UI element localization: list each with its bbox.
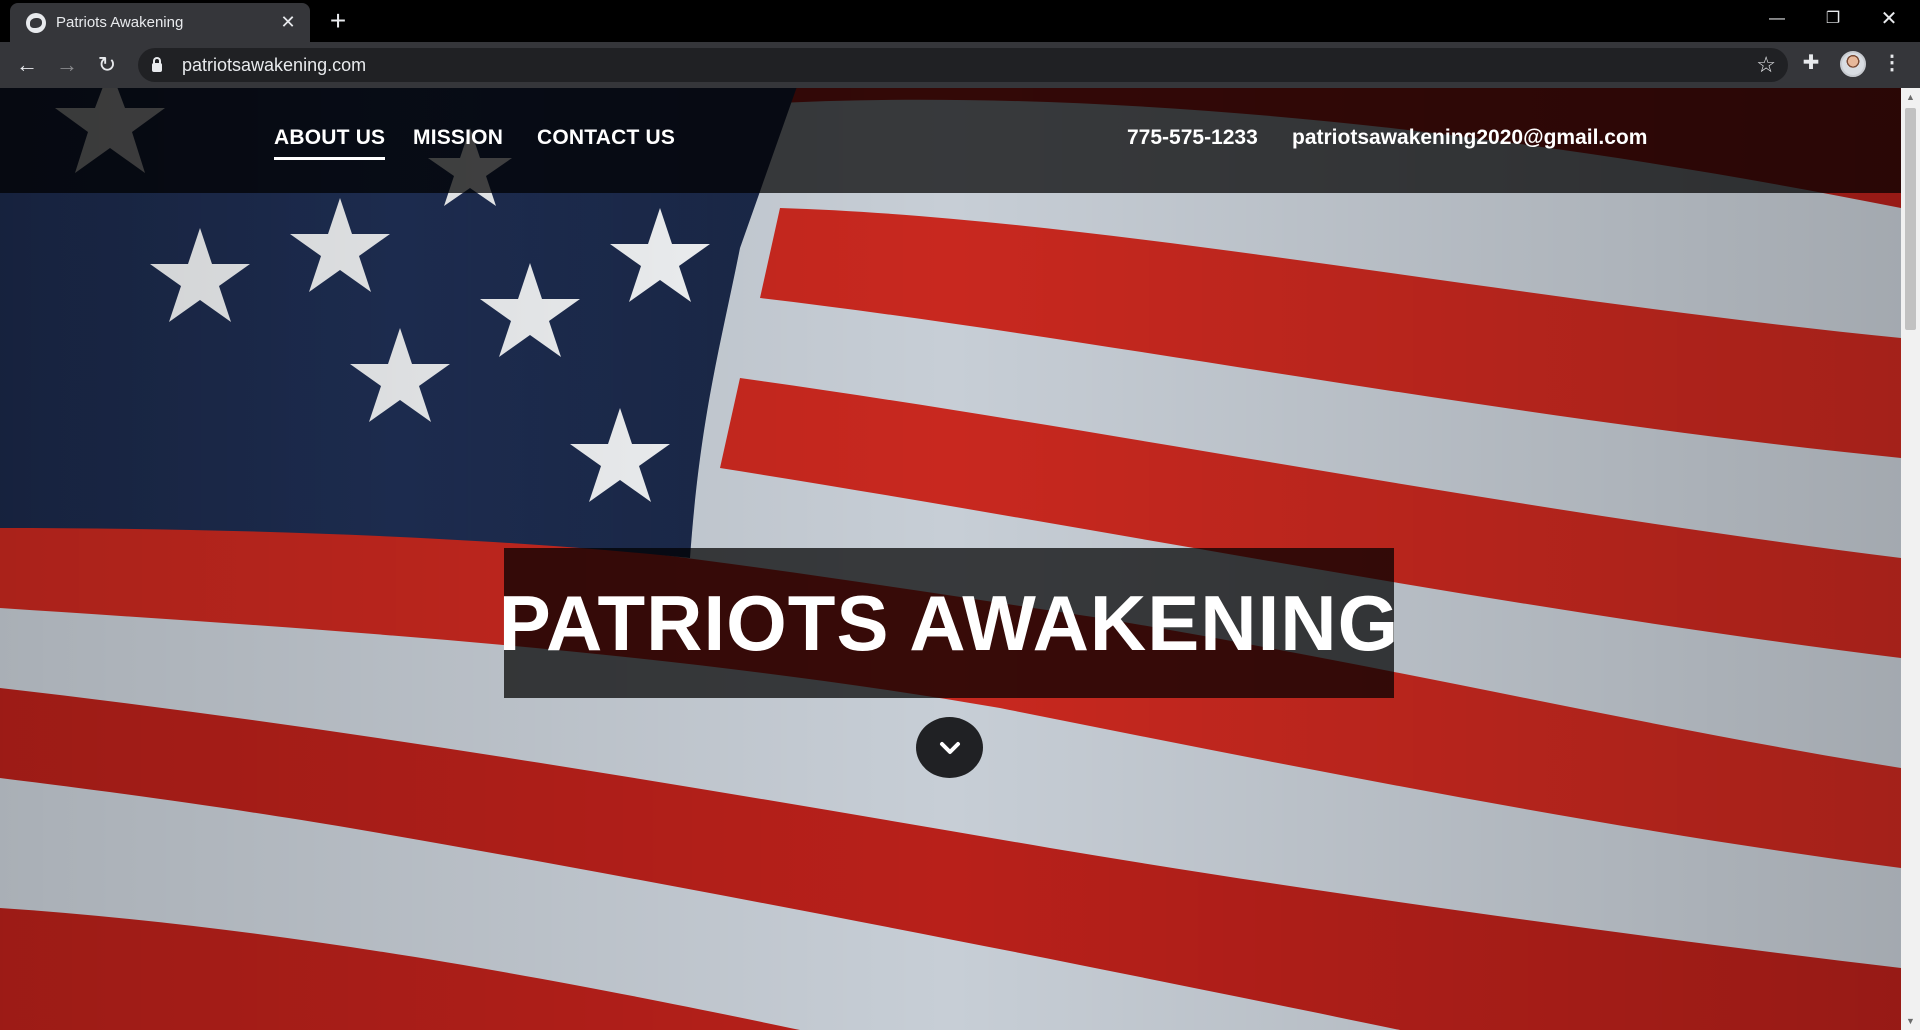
menu-icon[interactable]: ⋮ bbox=[1882, 52, 1902, 76]
scrollbar-thumb[interactable] bbox=[1905, 108, 1916, 330]
restore-icon[interactable]: ❐ bbox=[1810, 0, 1856, 38]
address-bar[interactable]: patriotsawakening.com ☆ bbox=[138, 48, 1788, 82]
scroll-down-arrow-icon[interactable]: ▼ bbox=[1901, 1014, 1920, 1028]
page-scrollbar[interactable]: ▲ ▼ bbox=[1901, 88, 1920, 1030]
globe-icon bbox=[26, 12, 46, 33]
minimize-icon[interactable]: — bbox=[1754, 0, 1800, 38]
reload-icon[interactable]: ↻ bbox=[92, 50, 122, 80]
browser-toolbar: ← → ↻ patriotsawakening.com ☆ bbox=[0, 42, 1920, 88]
profile-avatar[interactable] bbox=[1840, 51, 1866, 77]
scroll-down-button[interactable] bbox=[916, 717, 983, 778]
site-header: ABOUT US MISSION CONTACT US 775-575-1233… bbox=[0, 88, 1901, 193]
tab-strip: Patriots Awakening ✕ + — ❐ ✕ bbox=[0, 0, 1920, 42]
lock-icon[interactable] bbox=[152, 57, 162, 72]
hero-title-box: PATRIOTS AWAKENING bbox=[499, 548, 1398, 698]
back-icon[interactable]: ← bbox=[12, 50, 42, 80]
nav-about-us[interactable]: ABOUT US bbox=[274, 126, 386, 160]
url-text[interactable]: patriotsawakening.com bbox=[182, 55, 366, 76]
tab-title: Patriots Awakening bbox=[56, 14, 184, 31]
star-icon[interactable]: ☆ bbox=[1756, 52, 1776, 78]
nav-contact-us[interactable]: CONTACT US bbox=[537, 126, 675, 150]
close-icon[interactable]: ✕ bbox=[1866, 0, 1912, 38]
scroll-up-arrow-icon[interactable]: ▲ bbox=[1901, 90, 1920, 104]
chevron-down-icon bbox=[939, 741, 960, 754]
page-viewport: ABOUT US MISSION CONTACT US 775-575-1233… bbox=[0, 88, 1901, 1030]
browser-tab[interactable]: Patriots Awakening ✕ bbox=[10, 3, 310, 42]
tab-close-icon[interactable]: ✕ bbox=[278, 12, 298, 33]
nav-mission[interactable]: MISSION bbox=[413, 126, 503, 150]
forward-icon[interactable]: → bbox=[52, 50, 82, 80]
phone-link[interactable]: 775-575-1233 bbox=[1127, 126, 1258, 150]
email-link[interactable]: patriotsawakening2020@gmail.com bbox=[1292, 126, 1647, 150]
hero-title: PATRIOTS AWAKENING bbox=[498, 578, 1400, 667]
extensions-icon[interactable]: ✚ bbox=[1800, 52, 1822, 74]
new-tab-button[interactable]: + bbox=[322, 6, 354, 38]
